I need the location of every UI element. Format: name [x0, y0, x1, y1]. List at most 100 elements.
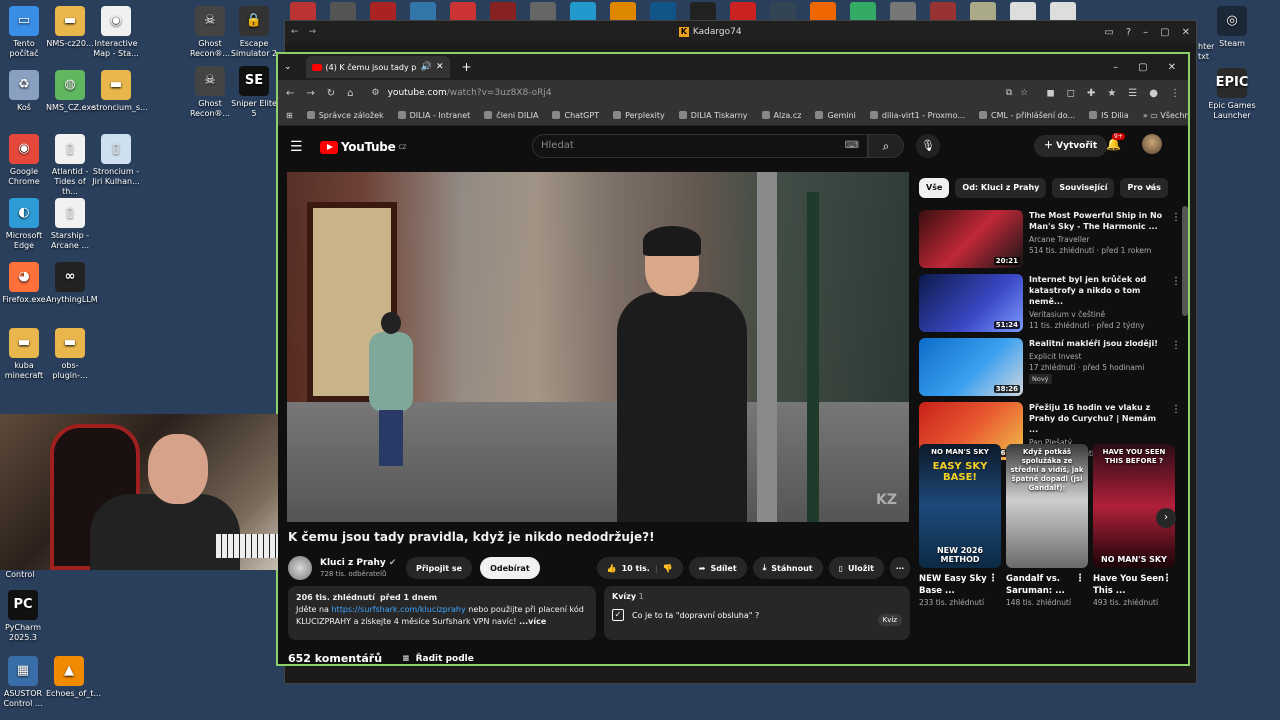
desktop-icon-partial[interactable] [1010, 2, 1036, 22]
download-button[interactable]: ⤓ Stáhnout [752, 557, 823, 579]
desktop-icon-partial[interactable] [490, 2, 516, 22]
reading-list-icon[interactable]: ☰ [1128, 88, 1137, 99]
outer-minimize-button[interactable]: – [1143, 27, 1148, 38]
bookmark-item[interactable]: dilia-virt1 - Proxmo... [869, 111, 965, 120]
desktop-icon-bottom-2[interactable]: ▦ ASUSTOR Control ... [0, 656, 46, 709]
desktop-icon-partial[interactable] [810, 2, 836, 22]
browser-close-button[interactable]: ✕ [1168, 62, 1176, 73]
desktop-icon-10[interactable]: ◐ Microsoft Edge [0, 198, 48, 251]
all-bookmarks-button[interactable]: » ▭ Všechny záložky [1143, 111, 1188, 120]
video-title[interactable]: Přežiju 16 hodin ve vlaku z Prahy do Cur… [1029, 402, 1167, 435]
desktop-icon-partial[interactable] [890, 2, 916, 22]
speaker-icon[interactable]: 🔊 [421, 62, 432, 72]
share-button[interactable]: ➦ Sdílet [688, 557, 747, 579]
desktop-icon-mid-4[interactable]: SE Sniper Elite 5 [230, 66, 278, 119]
desktop-icon-partial[interactable] [410, 2, 436, 22]
desktop-icon-7[interactable]: ◉ Google Chrome [0, 134, 48, 187]
desktop-icon-right-1[interactable]: ◎ Steam [1208, 6, 1256, 49]
outer-forward-icon[interactable]: → [309, 27, 317, 37]
short-thumbnail[interactable]: HAVE YOU SEEN THIS BEFORE ? NO MAN'S SKY [1093, 444, 1175, 568]
apps-grid-icon[interactable]: ⊞ [286, 111, 293, 120]
reload-icon[interactable]: ↻ [327, 88, 335, 99]
desktop-icon-15[interactable]: ▬ obs-plugin-... [46, 328, 94, 381]
bookmark-item[interactable]: členi DILIA [484, 111, 538, 120]
search-button[interactable]: ⌕ [868, 134, 904, 158]
desktop-icon-6[interactable]: ▬ stroncium_s... [92, 70, 148, 113]
short-menu-icon[interactable]: ⋮ [988, 573, 998, 585]
bookmark-item[interactable]: IS Dilia [1089, 111, 1129, 120]
desktop-icon-4[interactable]: ♻ Koš [0, 70, 48, 113]
desktop-icon-partial[interactable] [450, 2, 476, 22]
extension-icon-2[interactable]: ◻ [1067, 88, 1075, 99]
bookmark-star-icon[interactable]: ☆ [1020, 88, 1028, 98]
desktop-icon-partial[interactable] [610, 2, 636, 22]
video-thumbnail[interactable]: 20:21 [919, 210, 1023, 268]
desktop-icon-bottom-3[interactable]: ▲ Echoes_of_t... [46, 656, 101, 699]
forward-icon[interactable]: → [306, 88, 314, 99]
tab-close-icon[interactable]: ✕ [436, 62, 444, 72]
recommended-video[interactable]: 51:24 Internet byl jen krůček od katastro… [919, 274, 1181, 332]
short-thumbnail[interactable]: NO MAN'S SKY EASY SKY BASE! NEW 2026 METHO… [919, 444, 1001, 568]
short-title[interactable]: NEW Easy Sky Base ... ⋮ [919, 573, 1004, 597]
video-description[interactable]: 206 tis. zhlédnutí před 1 dnem Jděte na … [288, 586, 596, 640]
sort-comments-button[interactable]: ≡ Řadit podle [402, 652, 474, 664]
new-tab-button[interactable]: + [462, 60, 472, 74]
surfshark-link[interactable]: https://surfshark.com/klucizprahy [331, 605, 465, 614]
video-channel[interactable]: Explicit Invest [1029, 352, 1167, 361]
recommended-video[interactable]: 20:21 The Most Powerful Ship in No Man's … [919, 210, 1181, 268]
desktop-icon-right-2[interactable]: EPIC Epic Games Launcher [1208, 68, 1256, 121]
desktop-icon-partial[interactable] [330, 2, 356, 22]
menu-kebab-icon[interactable]: ⋮ [1170, 88, 1180, 99]
outer-screen-icon[interactable]: ▭ [1104, 27, 1113, 38]
desktop-icon-partial[interactable] [370, 2, 396, 22]
install-icon[interactable]: ⧉ [1006, 88, 1012, 98]
bookmark-item[interactable]: Alza.cz [761, 111, 801, 120]
filter-chip[interactable]: Související [1052, 178, 1115, 198]
quiz-question-row[interactable]: ✓ Co je to ta "dopravní obsluha" ? [612, 609, 902, 621]
desktop-icon-2[interactable]: ▬ NMS-cz20... [46, 6, 94, 49]
quiz-badge[interactable]: Kvíz [877, 614, 902, 626]
desktop-icon-bottom-1[interactable]: PC PyCharm 2025.3 [0, 590, 46, 643]
desktop-icon-8[interactable]: ▯ Atlantid - Tides of th... [46, 134, 94, 197]
tab-search-chevron-icon[interactable]: ⌄ [284, 62, 292, 72]
desktop-icon-partial[interactable] [570, 2, 596, 22]
desktop-icon-partial[interactable] [930, 2, 956, 22]
account-avatar[interactable] [1142, 134, 1162, 154]
bookmark-item[interactable]: DILIA - Intranet [397, 111, 470, 120]
desktop-icon-5[interactable]: ◍ NMS_CZ.exe [46, 70, 96, 113]
bookmark-item[interactable]: CML - přihlášení do... [979, 111, 1075, 120]
video-channel[interactable]: Arcane Traveller [1029, 235, 1167, 244]
show-more-link[interactable]: ...více [519, 617, 546, 626]
video-menu-icon[interactable]: ⋮ [1171, 276, 1181, 287]
extension-icon[interactable]: ◼ [1046, 88, 1054, 99]
video-menu-icon[interactable]: ⋮ [1171, 212, 1181, 223]
short-video[interactable]: Když potkáš spolužáka ze střední a vidíš… [1006, 444, 1091, 609]
extensions-puzzle-icon[interactable]: ✚ [1087, 88, 1095, 99]
video-menu-icon[interactable]: ⋮ [1171, 404, 1181, 415]
subscribe-button[interactable]: Odebírat [480, 557, 540, 579]
desktop-icon-partial[interactable] [730, 2, 756, 22]
bookmark-item[interactable]: Gemini [815, 111, 856, 120]
desktop-icon-partial[interactable] [290, 2, 316, 22]
join-button[interactable]: Připojit se [406, 557, 473, 579]
back-icon[interactable]: ← [286, 88, 294, 99]
desktop-icon-3[interactable]: ◉ Interactive Map - Sta... [92, 6, 140, 59]
desktop-icon-14[interactable]: ▬ kuba minecraft [0, 328, 48, 381]
desktop-icon-11[interactable]: ▯ Starship - Arcane ... [46, 198, 94, 251]
short-title[interactable]: Gandalf vs. Saruman: ... ⋮ [1006, 573, 1091, 597]
short-thumbnail[interactable]: Když potkáš spolužáka ze střední a vidíš… [1006, 444, 1088, 568]
video-thumbnail[interactable]: 38:26 [919, 338, 1023, 396]
desktop-icon-partial[interactable] [1050, 2, 1076, 22]
desktop-icon-9[interactable]: ▯ Stroncium - Jiri Kulhan... [92, 134, 140, 187]
home-icon[interactable]: ⌂ [347, 88, 353, 99]
search-input[interactable]: Hledat ⌨ [532, 134, 868, 158]
desktop-icon-partial[interactable] [770, 2, 796, 22]
desktop-icon-mid-3[interactable]: ☠ Ghost Recon®... [186, 66, 234, 119]
recommended-video[interactable]: 38:26 Realitní makléři jsou zloději! Expli… [919, 338, 1181, 396]
browser-tab-youtube[interactable]: (4) K čemu jsou tady pravid 🔊 ✕ [305, 56, 450, 78]
video-channel[interactable]: Veritasium v češtině [1029, 310, 1167, 319]
video-title[interactable]: Internet byl jen krůček od katastrofy a … [1029, 274, 1167, 307]
outer-back-icon[interactable]: ← [291, 27, 299, 37]
desktop-icon-13[interactable]: ∞ AnythingLLM [46, 262, 98, 305]
save-button[interactable]: ▯ Uložit [828, 557, 884, 579]
